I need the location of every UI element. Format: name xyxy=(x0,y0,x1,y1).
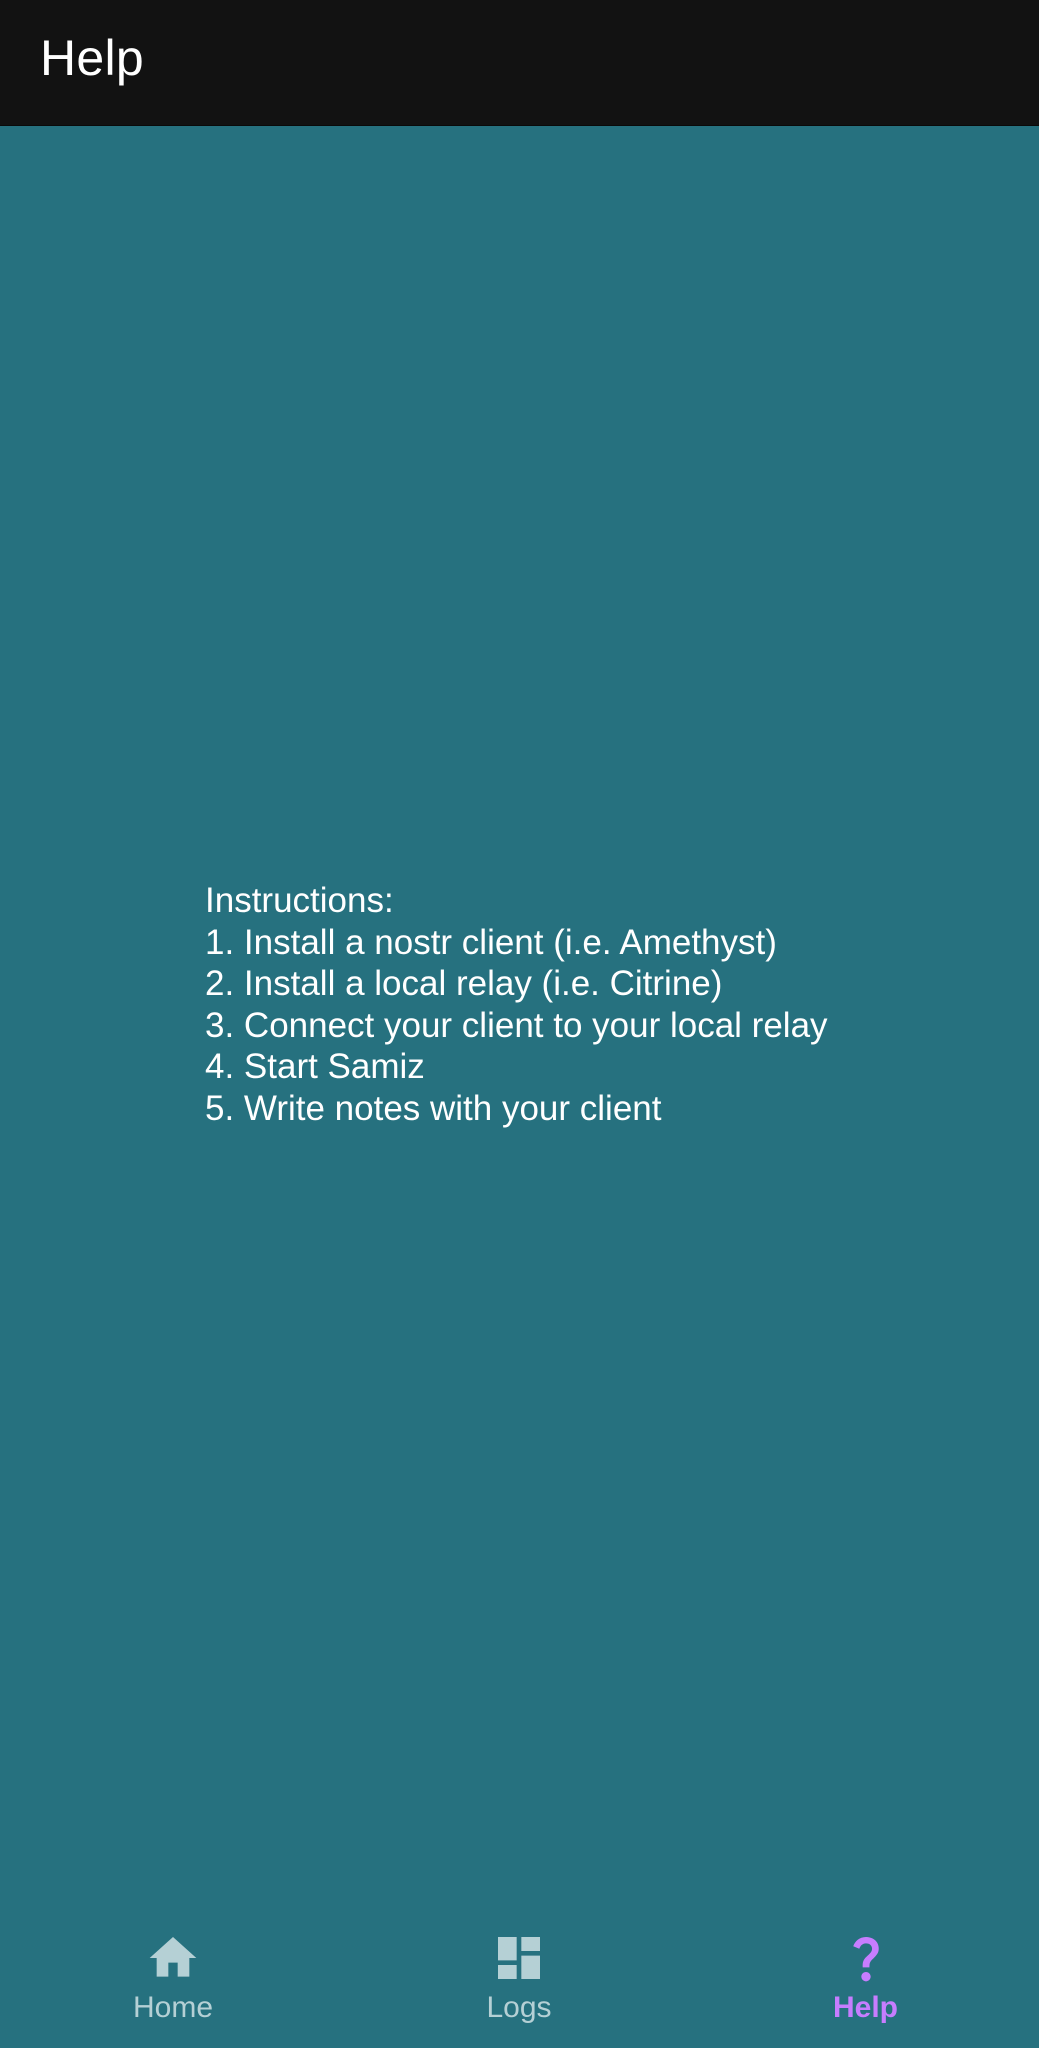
bottom-navigation-bar: Home Logs Help xyxy=(0,1900,1039,2048)
nav-label-logs: Logs xyxy=(486,1991,552,2024)
home-icon xyxy=(145,1930,201,1986)
instruction-step-1: 1. Install a nostr client (i.e. Amethyst… xyxy=(205,922,777,962)
instruction-step-2: 2. Install a local relay (i.e. Citrine) xyxy=(205,964,723,1003)
instructions-heading: Instructions: xyxy=(205,881,394,920)
nav-label-help: Help xyxy=(832,1991,898,2024)
instruction-step-4: 4. Start Samiz xyxy=(205,1047,425,1086)
nav-item-help[interactable]: Help xyxy=(692,1900,1039,2048)
dashboard-icon xyxy=(491,1930,547,1986)
instruction-step-3: 3. Connect your client to your local rel… xyxy=(205,1005,828,1045)
nav-label-home: Home xyxy=(132,1991,214,2024)
page-title: Help xyxy=(40,30,145,86)
instructions-text: Instructions: 1. Install a nostr client … xyxy=(205,880,985,1129)
app-screen: Help Instructions: 1. Install a nostr cl… xyxy=(0,0,1039,2048)
help-content: Instructions: 1. Install a nostr client … xyxy=(0,126,1039,1900)
nav-item-home[interactable]: Home xyxy=(0,1900,346,2048)
instruction-step-5: 5. Write notes with your client xyxy=(205,1088,662,1128)
nav-item-logs[interactable]: Logs xyxy=(346,1900,692,2048)
question-mark-icon xyxy=(838,1930,894,1986)
top-app-bar: Help xyxy=(0,0,1039,126)
